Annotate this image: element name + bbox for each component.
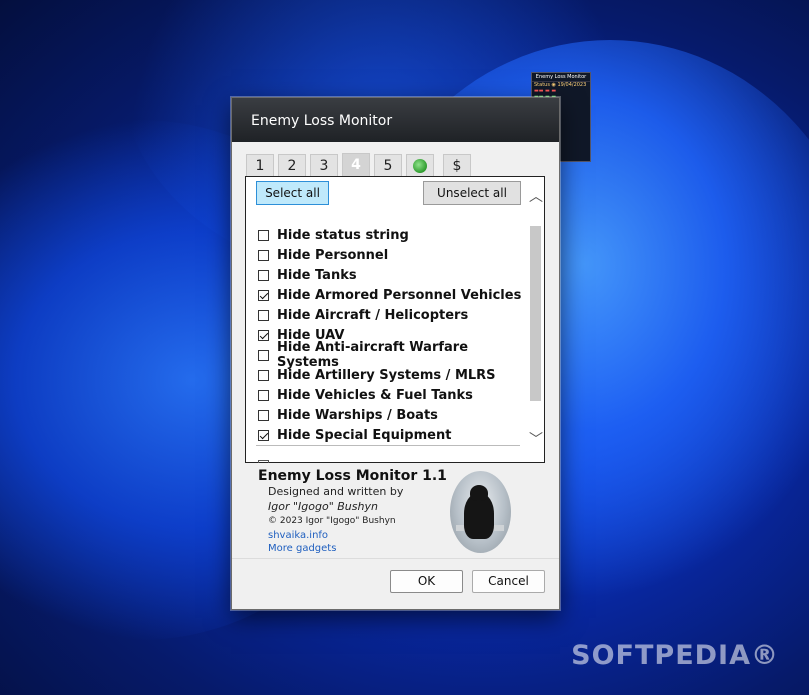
list-item[interactable]: Hide Vehicles & Fuel Tanks (258, 385, 528, 405)
tab-refresh[interactable] (406, 154, 434, 176)
checkbox[interactable] (258, 269, 269, 281)
item-label: Hide Artillery Systems / MLRS (277, 367, 496, 383)
softpedia-watermark: SOFTPEDIA® (571, 640, 779, 671)
tab-2[interactable]: 2 (278, 154, 306, 176)
tab-1[interactable]: 1 (246, 154, 274, 176)
tab-4[interactable]: 4 (342, 153, 370, 177)
item-label: Hide Special Equipment (277, 427, 452, 443)
about-section: Enemy Loss Monitor 1.1 Designed and writ… (258, 468, 458, 555)
ok-button[interactable]: OK (390, 570, 463, 593)
checkbox[interactable] (258, 329, 269, 341)
checkbox[interactable] (258, 229, 269, 241)
list-item[interactable]: Hide Personnel (258, 245, 528, 265)
checkbox[interactable] (258, 289, 269, 301)
checkbox[interactable] (258, 369, 269, 381)
list-item[interactable]: Hide Special Equipment (258, 425, 528, 445)
cancel-button[interactable]: Cancel (472, 570, 545, 593)
dialog-title: Enemy Loss Monitor (251, 113, 393, 129)
checkbox[interactable] (258, 429, 269, 441)
more-gadgets-link[interactable]: More gadgets (268, 542, 458, 555)
item-label: Hide Anti-aircraft Warfare Systems (277, 340, 469, 370)
tab-5[interactable]: 5 (374, 154, 402, 176)
gadget-title: Enemy Loss Monitor (532, 73, 590, 82)
checkbox[interactable] (258, 389, 269, 401)
item-label: Hide Aircraft / Helicopters (277, 307, 469, 323)
list-item[interactable]: Hide status string (258, 225, 528, 245)
title-bar[interactable]: Enemy Loss Monitor (232, 98, 559, 142)
checkbox[interactable] (258, 460, 269, 463)
scrollbar-thumb[interactable] (530, 226, 541, 401)
credits-text: Designed and written by (268, 485, 404, 498)
website-link[interactable]: shvaika.info (268, 529, 458, 542)
refresh-icon (413, 159, 427, 173)
list-item[interactable]: Hide Aircraft / Helicopters (258, 305, 528, 325)
list-item[interactable]: Hide Armored Personnel Vehicles (258, 285, 528, 305)
divider (256, 445, 520, 446)
tab-donate[interactable]: $ (443, 154, 471, 176)
scroll-up-icon[interactable]: ︿ (529, 190, 543, 204)
settings-dialog: Enemy Loss Monitor 1 2 3 4 5 $ Select al… (231, 97, 560, 610)
unselect-all-button[interactable]: Unselect all (423, 181, 521, 205)
author-name: Igor "Igogo" Bushyn (268, 500, 378, 513)
list-item[interactable]: Hide Anti-aircraft Warfare Systems (258, 340, 528, 370)
list-item[interactable]: Hide Tanks (258, 265, 528, 285)
options-panel: Select all Unselect all ︿ ﹀ Hide status … (245, 176, 545, 463)
author-photo (450, 471, 511, 553)
copyright-text: © 2023 Igor "Igogo" Bushyn (268, 516, 396, 526)
select-all-button[interactable]: Select all (256, 181, 329, 205)
cat-image (464, 485, 494, 539)
app-version: Enemy Loss Monitor 1.1 (258, 468, 447, 484)
options-list: Hide status string Hide Personnel Hide T… (258, 225, 528, 445)
list-item[interactable]: Hide Artillery Systems / MLRS (258, 365, 528, 385)
scroll-down-icon[interactable]: ﹀ (529, 433, 543, 447)
checkbox[interactable] (258, 409, 269, 421)
checkbox[interactable] (258, 349, 269, 361)
item-label: Hide Armored Personnel Vehicles (277, 287, 522, 303)
item-label: Hide status string (277, 227, 409, 243)
checkbox[interactable] (258, 249, 269, 261)
tab-3[interactable]: 3 (310, 154, 338, 176)
item-label: Hide Tanks (277, 267, 357, 283)
item-label: Hide Warships / Boats (277, 407, 438, 423)
checkbox[interactable] (258, 309, 269, 321)
list-item[interactable]: Hide Warships / Boats (258, 405, 528, 425)
item-label: Hide Vehicles & Fuel Tanks (277, 387, 473, 403)
item-label: Hide Personnel (277, 247, 389, 263)
dialog-footer: OK Cancel (232, 559, 559, 609)
